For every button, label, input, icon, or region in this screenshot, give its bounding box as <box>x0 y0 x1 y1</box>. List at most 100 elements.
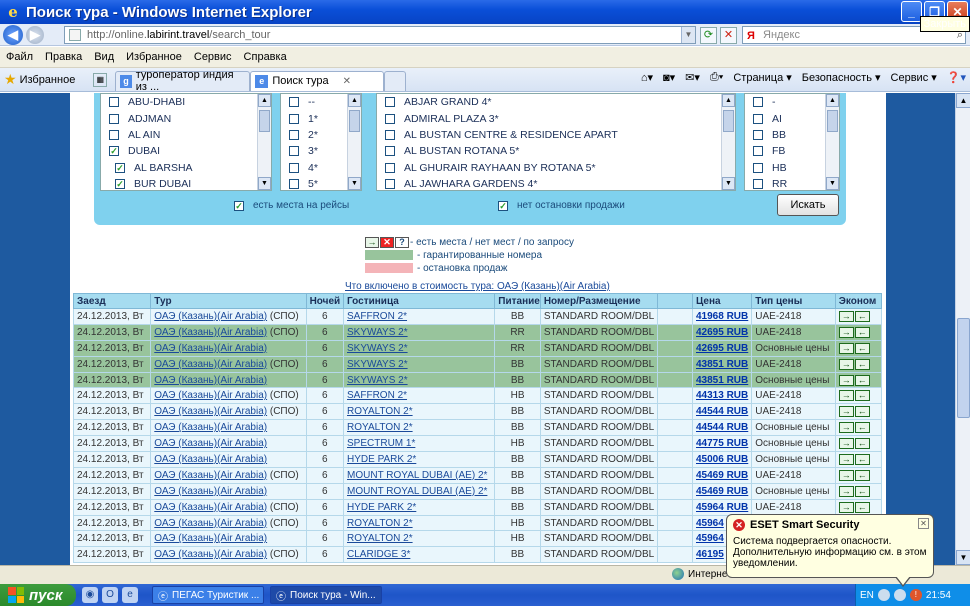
price-link[interactable]: 42695 RUB <box>691 323 753 341</box>
stars-checkbox[interactable] <box>289 97 299 108</box>
seats-flights-checkbox[interactable]: ✓ <box>234 200 244 211</box>
region-option[interactable]: ✓ BUR DUBAI <box>101 176 271 190</box>
price-link[interactable]: 43851 RUB <box>691 371 753 389</box>
hotel-link[interactable]: HYDE PARK 2* <box>343 498 496 516</box>
price-link[interactable]: 41968 RUB <box>691 308 753 325</box>
region-option[interactable]: ✓ AL BARSHA <box>101 160 271 176</box>
hotel-option[interactable]: AL GHURAIR RAYHAAN BY ROTANA 5* <box>377 160 735 176</box>
col-date[interactable]: Заезд <box>72 293 152 309</box>
stars-checkbox[interactable] <box>289 146 299 157</box>
economy-back-icon[interactable]: ← <box>854 501 870 513</box>
new-tab-button[interactable] <box>384 70 407 91</box>
hotel-link[interactable]: CLARIDGE 3* <box>343 546 496 564</box>
region-option[interactable]: ABU-DHABI <box>101 94 271 110</box>
hotels-list-scrollbar[interactable]: ▲ ▼ <box>721 94 735 190</box>
mail-icon[interactable]: ✉▾ <box>685 71 700 84</box>
hotel-checkbox[interactable] <box>385 146 395 157</box>
tour-link[interactable]: ОАЭ (Казань)(Air Arabia) <box>154 502 267 513</box>
quick-tabs-icon[interactable]: ▦ <box>93 72 108 87</box>
menu-tools[interactable]: Сервис <box>194 51 232 63</box>
region-list-scrollbar[interactable]: ▲ ▼ <box>257 94 271 190</box>
hotel-link[interactable]: HYDE PARK 2* <box>343 451 496 468</box>
col-price-type[interactable]: Тип цены <box>751 293 836 309</box>
menu-file[interactable]: Файл <box>6 51 33 63</box>
price-link[interactable]: 45006 RUB <box>691 451 753 468</box>
hotel-link[interactable]: ROYALTON 2* <box>343 530 496 548</box>
economy-forward-icon[interactable]: → <box>838 453 854 465</box>
hotel-link[interactable]: MOUNT ROYAL DUBAI (AE) 2* <box>343 466 496 484</box>
price-link[interactable]: 45964 RUB <box>691 498 753 516</box>
hotel-checkbox[interactable] <box>385 162 395 173</box>
address-dropdown-icon[interactable]: ▼ <box>681 27 695 43</box>
economy-forward-icon[interactable]: → <box>838 422 854 434</box>
start-button[interactable]: пуск <box>0 584 76 606</box>
hotel-option[interactable]: AL BUSTAN ROTANA 5* <box>377 143 735 159</box>
col-meal[interactable]: Питание <box>494 293 541 309</box>
tour-link[interactable]: ОАЭ (Казань)(Air Arabia) <box>154 518 267 529</box>
hotels-list[interactable]: ABJAR GRAND 4* ADMIRAL PLAZA 3* AL BUSTAN … <box>376 93 736 191</box>
col-hotel[interactable]: Гостиница <box>343 293 496 309</box>
meal-checkbox[interactable] <box>753 162 763 173</box>
tour-link[interactable]: ОАЭ (Казань)(Air Arabia) <box>154 390 267 401</box>
price-link[interactable]: 45469 RUB <box>691 482 753 500</box>
economy-forward-icon[interactable]: → <box>838 485 854 497</box>
economy-forward-icon[interactable]: → <box>838 358 854 370</box>
notification-close-icon[interactable]: ✕ <box>918 518 929 529</box>
meals-list[interactable]: - AI BB FB HB RR ▲ ▼ <box>744 93 840 191</box>
stars-checkbox[interactable] <box>289 162 299 173</box>
tour-link[interactable]: ОАЭ (Казань)(Air Arabia) <box>154 454 267 465</box>
price-link[interactable]: 44544 RUB <box>691 419 753 437</box>
hotel-option[interactable]: AL BUSTAN CENTRE & RESIDENCE APART <box>377 127 735 143</box>
economy-forward-icon[interactable]: → <box>838 438 854 450</box>
tour-link[interactable]: ОАЭ (Казань)(Air Arabia) <box>154 327 267 338</box>
hotel-link[interactable]: SKYWAYS 2* <box>343 339 496 357</box>
network-icon[interactable] <box>877 589 890 601</box>
economy-forward-icon[interactable]: → <box>838 342 854 354</box>
no-stop-sale-option[interactable]: ✓ нет остановки продажи <box>498 200 625 211</box>
region-checkbox[interactable] <box>109 113 119 124</box>
eset-warning-icon[interactable]: ! <box>909 589 922 601</box>
search-button[interactable]: Искать <box>777 194 839 216</box>
favorites-button[interactable]: ★ Избранное <box>4 71 75 88</box>
tab-close-icon[interactable]: ✕ <box>343 76 351 87</box>
tour-link[interactable]: ОАЭ (Казань)(Air Arabia) <box>154 549 267 560</box>
security-zone[interactable]: Интернет <box>672 568 732 580</box>
price-link[interactable]: 44544 RUB <box>691 403 753 421</box>
tour-link[interactable]: ОАЭ (Казань)(Air Arabia) <box>154 375 267 386</box>
page-scrollbar-thumb[interactable] <box>957 318 970 418</box>
volume-icon[interactable] <box>893 589 906 601</box>
stars-list[interactable]: -- 1* 2* 3* 4* 5* ▲ ▼ <box>280 93 362 191</box>
tour-link[interactable]: ОАЭ (Казань)(Air Arabia) <box>154 311 267 322</box>
hotel-link[interactable]: SPECTRUM 1* <box>343 435 496 453</box>
price-link[interactable]: 42695 RUB <box>691 339 753 357</box>
economy-back-icon[interactable]: ← <box>854 438 870 450</box>
hotel-link[interactable]: SKYWAYS 2* <box>343 371 496 389</box>
col-price[interactable]: Цена <box>691 293 753 309</box>
home-icon[interactable]: ⌂▾ <box>641 71 653 84</box>
tour-link[interactable]: ОАЭ (Казань)(Air Arabia) <box>154 533 267 544</box>
economy-back-icon[interactable]: ← <box>854 310 870 322</box>
region-checkbox[interactable]: ✓ <box>115 162 125 173</box>
economy-back-icon[interactable]: ← <box>854 342 870 354</box>
meals-list-scrollbar[interactable]: ▲ ▼ <box>825 94 839 190</box>
feeds-icon[interactable]: ◙▾ <box>663 71 675 84</box>
page-scrollbar[interactable]: ▲ ▼ <box>955 93 970 565</box>
economy-forward-icon[interactable]: → <box>838 406 854 418</box>
region-checkbox[interactable] <box>109 129 119 140</box>
region-option[interactable]: AL AIN <box>101 127 271 143</box>
hotel-link[interactable]: ROYALTON 2* <box>343 403 496 421</box>
cmd-tools[interactable]: Сервис ▾ <box>891 71 937 84</box>
hotel-option[interactable]: ADMIRAL PLAZA 3* <box>377 110 735 126</box>
task-pegas[interactable]: ⓔ ПЕГАС Туристик ... <box>152 586 264 604</box>
economy-back-icon[interactable]: ← <box>854 326 870 338</box>
back-button[interactable]: ◀ <box>3 24 23 45</box>
economy-back-icon[interactable]: ← <box>854 453 870 465</box>
region-option[interactable]: ADJMAN <box>101 110 271 126</box>
print-icon[interactable]: ⎙▾ <box>710 71 723 84</box>
hotel-checkbox[interactable] <box>385 179 395 190</box>
meal-checkbox[interactable] <box>753 97 763 108</box>
economy-forward-icon[interactable]: → <box>838 501 854 513</box>
ql-opera-icon[interactable]: O <box>102 587 118 603</box>
economy-back-icon[interactable]: ← <box>854 422 870 434</box>
col-tour[interactable]: Тур <box>150 293 307 309</box>
